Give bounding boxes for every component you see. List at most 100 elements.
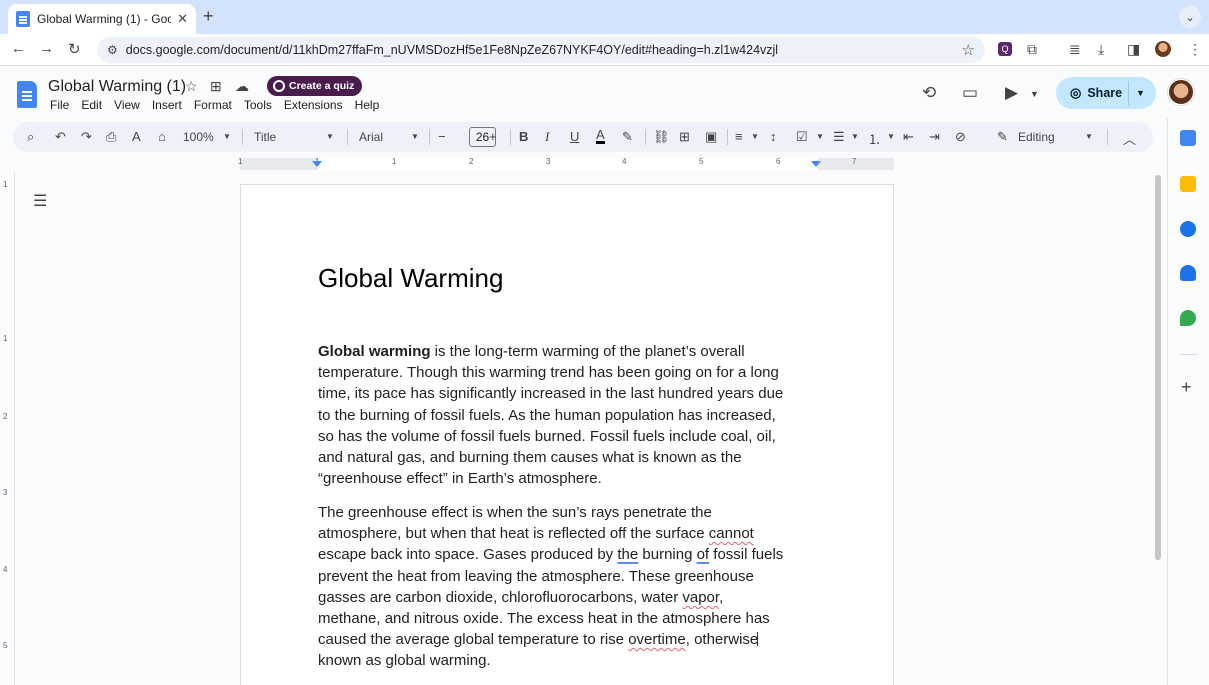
keep-icon[interactable]	[1180, 176, 1196, 192]
spellcheck-icon[interactable]: A	[132, 129, 141, 144]
mode-dropdown-icon[interactable]: ▼	[1085, 132, 1093, 141]
editing-pencil-icon[interactable]: ✎	[997, 129, 1008, 145]
font-select[interactable]: Arial	[359, 130, 383, 144]
align-dropdown-icon[interactable]: ▼	[751, 132, 759, 141]
paragraph-1[interactable]: Global warming is the long-term warming …	[318, 341, 818, 489]
left-indent-marker-icon[interactable]	[312, 161, 322, 167]
download-icon[interactable]: ⤓	[1098, 41, 1104, 58]
version-history-icon[interactable]: ⟲	[922, 83, 936, 103]
italic-icon[interactable]: I	[545, 129, 549, 145]
hide-menus-chevron-icon[interactable]: ︿	[1123, 129, 1136, 148]
document-page[interactable]: Global Warming Global warming is the lon…	[240, 184, 894, 685]
highlight-color-icon[interactable]: ✎	[622, 129, 633, 145]
browser-tab[interactable]: Global Warming (1) - Google ✕	[8, 4, 196, 34]
increase-indent-icon[interactable]: ⇥	[929, 129, 940, 145]
menu-insert[interactable]: Insert	[152, 98, 182, 112]
checklist-dropdown-icon[interactable]: ▼	[816, 132, 824, 141]
contacts-icon[interactable]	[1180, 265, 1196, 281]
menu-extensions[interactable]: Extensions	[284, 98, 343, 112]
vertical-ruler[interactable]: 1 1 2 3 4 5	[0, 172, 15, 685]
print-icon[interactable]: ⎙	[106, 129, 116, 145]
right-indent-marker-icon[interactable]	[811, 161, 821, 167]
increase-font-size-icon[interactable]: +	[489, 129, 497, 144]
bulleted-list-icon[interactable]: ☰	[833, 129, 845, 145]
align-icon[interactable]: ≡	[735, 129, 743, 144]
forward-arrow-icon[interactable]: →	[39, 40, 54, 57]
add-addon-plus-icon[interactable]: +	[1181, 377, 1192, 398]
menu-edit[interactable]: Edit	[81, 98, 102, 112]
decrease-indent-icon[interactable]: ⇤	[903, 129, 914, 145]
paint-format-icon[interactable]: ⌂	[158, 129, 166, 144]
menu-view[interactable]: View	[114, 98, 140, 112]
add-comment-icon[interactable]: ⊞	[679, 129, 690, 145]
undo-icon[interactable]: ↶	[55, 129, 66, 145]
star-icon[interactable]: ☆	[185, 78, 198, 95]
text-line: prevent the heat from leaving the atmosp…	[318, 567, 754, 585]
browser-profile-avatar[interactable]	[1155, 41, 1171, 57]
paragraph-style-select[interactable]: Title	[254, 130, 276, 144]
url-omnibox[interactable]: ⚙ docs.google.com/document/d/11khDm27ffa…	[97, 37, 985, 63]
tasks-icon[interactable]	[1180, 221, 1196, 237]
reload-icon[interactable]: ↻	[68, 40, 81, 58]
side-panel-icon[interactable]: ◨	[1127, 41, 1140, 58]
text-color-icon[interactable]: A	[596, 128, 605, 144]
quiz-extension-icon[interactable]: Q	[998, 42, 1012, 56]
extensions-puzzle-icon[interactable]: ⧉	[1027, 41, 1037, 58]
share-dropdown-icon[interactable]: ▼	[1136, 88, 1145, 98]
grammar-suggestion-word[interactable]: of	[697, 546, 710, 563]
paragraph-2[interactable]: The greenhouse effect is when the sun’s …	[318, 502, 818, 672]
meet-camera-icon[interactable]: ▶︎	[1005, 83, 1018, 103]
checklist-icon[interactable]: ☑	[796, 129, 808, 145]
document-heading[interactable]: Global Warming	[318, 263, 503, 294]
insert-link-icon[interactable]: ⛓	[653, 129, 670, 145]
line-spacing-icon[interactable]: ↕	[770, 129, 777, 144]
spelling-suggestion-word[interactable]: vapor	[682, 589, 719, 606]
clear-formatting-icon[interactable]: ⊘	[955, 129, 966, 145]
cloud-saved-icon[interactable]: ☁	[235, 78, 249, 95]
zoom-dropdown-icon[interactable]: ▼	[223, 132, 231, 141]
numbered-dropdown-icon[interactable]: ▼	[887, 132, 895, 141]
zoom-select[interactable]: 100%	[183, 130, 214, 144]
document-scrollbar[interactable]	[1155, 175, 1161, 560]
docs-logo-icon[interactable]	[17, 81, 37, 108]
search-menus-icon[interactable]: ⌕	[27, 129, 34, 145]
create-quiz-button[interactable]: Create a quiz	[267, 76, 363, 96]
menu-help[interactable]: Help	[355, 98, 380, 112]
menu-format[interactable]: Format	[194, 98, 232, 112]
browser-menu-icon[interactable]: ⋮	[1188, 41, 1202, 58]
move-folder-icon[interactable]: ⊞	[210, 78, 222, 95]
bold-icon[interactable]: B	[519, 129, 528, 144]
document-outline-icon[interactable]: ☰	[33, 191, 47, 211]
grammar-suggestion-word[interactable]: the	[617, 546, 638, 563]
font-dropdown-icon[interactable]: ▼	[411, 132, 419, 141]
menu-tools[interactable]: Tools	[244, 98, 272, 112]
share-button[interactable]: ◎ Share ▼	[1056, 77, 1156, 109]
media-controls-icon[interactable]: ≣	[1069, 41, 1081, 58]
tab-close-icon[interactable]: ✕	[177, 11, 188, 27]
insert-image-icon[interactable]: ▣	[705, 129, 717, 145]
comments-icon[interactable]: ▭	[962, 83, 978, 103]
text-line: methane, and nitrous oxide. The excess h…	[318, 610, 770, 628]
bullet-dropdown-icon[interactable]: ▼	[851, 132, 859, 141]
spelling-suggestion-word[interactable]: cannot	[709, 525, 754, 542]
editing-mode-select[interactable]: Editing	[1018, 130, 1055, 144]
meet-dropdown-icon[interactable]: ▼	[1030, 89, 1039, 99]
url-text[interactable]: docs.google.com/document/d/11khDm27ffaFm…	[126, 43, 962, 57]
calendar-icon[interactable]	[1180, 130, 1196, 146]
numbered-list-icon[interactable]: ⒈	[868, 129, 881, 148]
spelling-suggestion-word[interactable]: overtime	[628, 631, 686, 648]
back-arrow-icon[interactable]: ←	[11, 40, 26, 57]
account-avatar[interactable]	[1168, 79, 1194, 105]
redo-icon[interactable]: ↷	[81, 129, 92, 145]
site-info-icon[interactable]: ⚙	[107, 43, 118, 57]
maps-icon[interactable]	[1180, 310, 1196, 326]
document-title[interactable]: Global Warming (1)	[48, 78, 186, 96]
tab-search-chevron-icon[interactable]: ⌄	[1179, 6, 1201, 28]
style-dropdown-icon[interactable]: ▼	[326, 132, 334, 141]
bookmark-star-icon[interactable]: ☆	[962, 41, 975, 59]
decrease-font-size-icon[interactable]: −	[438, 129, 446, 144]
horizontal-ruler[interactable]: 1 1 1 2 3 4 5 6 7	[0, 154, 1150, 171]
underline-icon[interactable]: U	[570, 129, 579, 144]
menu-file[interactable]: File	[50, 98, 69, 112]
new-tab-button[interactable]: +	[203, 6, 214, 27]
